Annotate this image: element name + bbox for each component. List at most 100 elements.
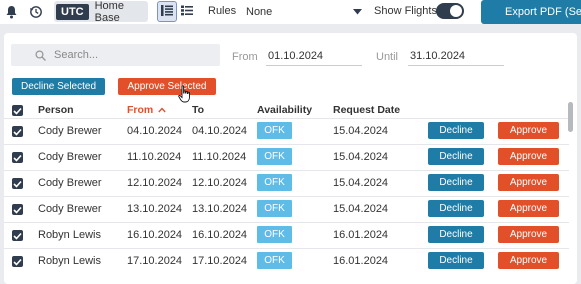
timezone-badge: UTC bbox=[56, 3, 89, 20]
approve-button[interactable]: Approve bbox=[498, 174, 559, 191]
availability-badge: OFK bbox=[257, 252, 292, 269]
show-flights-label: Show Flights bbox=[374, 5, 437, 17]
table-row: Cody Brewer 11.10.2024 11.10.2024 OFK 15… bbox=[4, 144, 569, 170]
until-date-label: Until bbox=[376, 51, 399, 63]
checkbox-checked-icon bbox=[13, 232, 22, 240]
cell-to: 11.10.2024 bbox=[192, 151, 247, 163]
table-row: Cody Brewer 12.10.2024 12.10.2024 OFK 15… bbox=[4, 170, 569, 196]
availability-badge: OFK bbox=[257, 174, 292, 191]
row-checkbox[interactable] bbox=[12, 204, 23, 215]
cell-request-date: 16.01.2024 bbox=[333, 255, 389, 267]
cell-from: 17.10.2024 bbox=[127, 255, 183, 267]
show-flights-toggle[interactable] bbox=[436, 3, 464, 19]
approve-button[interactable]: Approve bbox=[498, 252, 559, 269]
detail-list-icon bbox=[181, 5, 193, 19]
cell-to: 13.10.2024 bbox=[192, 203, 248, 215]
view-toggle bbox=[157, 1, 197, 22]
checkbox-checked-icon bbox=[13, 128, 22, 136]
approve-selected-button[interactable]: Approve Selected bbox=[118, 78, 216, 95]
decline-button[interactable]: Decline bbox=[428, 226, 484, 243]
top-toolbar: UTC Home Base Rules None Show Flights Ex… bbox=[0, 0, 581, 24]
cell-from: 11.10.2024 bbox=[127, 151, 182, 163]
cell-to: 16.10.2024 bbox=[192, 229, 248, 241]
row-checkbox[interactable] bbox=[12, 256, 23, 267]
row-checkbox[interactable] bbox=[12, 152, 23, 163]
decline-button[interactable]: Decline bbox=[428, 174, 484, 191]
cell-request-date: 15.04.2024 bbox=[333, 203, 389, 215]
cell-from: 12.10.2024 bbox=[127, 177, 183, 189]
availability-badge: OFK bbox=[257, 122, 292, 139]
column-header-from-label: From bbox=[127, 104, 154, 116]
list-view-icon bbox=[161, 4, 173, 19]
sort-ascending-icon bbox=[158, 107, 166, 113]
export-pdf-label: Export PDF (Sep bbox=[505, 6, 581, 18]
table-scrollbar[interactable] bbox=[568, 102, 574, 284]
checkbox-checked-icon bbox=[13, 180, 22, 188]
decline-button[interactable]: Decline bbox=[428, 252, 484, 269]
bell-icon[interactable] bbox=[2, 3, 20, 21]
decline-button[interactable]: Decline bbox=[428, 122, 484, 139]
row-checkbox[interactable] bbox=[12, 230, 23, 241]
cell-request-date: 15.04.2024 bbox=[333, 151, 389, 163]
checkbox-checked-icon bbox=[13, 154, 22, 162]
search-input[interactable] bbox=[54, 49, 214, 61]
cell-to: 04.10.2024 bbox=[192, 125, 248, 137]
row-checkbox[interactable] bbox=[12, 126, 23, 137]
table-row: Cody Brewer 04.10.2024 04.10.2024 OFK 15… bbox=[4, 118, 569, 144]
approve-button[interactable]: Approve bbox=[498, 122, 559, 139]
timezone-label: Home Base bbox=[94, 0, 124, 24]
approve-button[interactable]: Approve bbox=[498, 148, 559, 165]
decline-selected-button[interactable]: Decline Selected bbox=[12, 78, 105, 95]
cell-request-date: 15.04.2024 bbox=[333, 177, 389, 189]
rules-select[interactable]: None bbox=[246, 1, 362, 22]
table-row: Robyn Lewis 16.10.2024 16.10.2024 OFK 16… bbox=[4, 222, 569, 248]
cell-person: Robyn Lewis bbox=[38, 255, 101, 267]
row-checkbox[interactable] bbox=[12, 178, 23, 189]
cell-to: 17.10.2024 bbox=[192, 255, 248, 267]
column-header-to[interactable]: To bbox=[192, 104, 204, 116]
checkbox-checked-icon bbox=[13, 107, 22, 115]
select-all-checkbox[interactable] bbox=[12, 105, 23, 116]
table-row: Cody Brewer 13.10.2024 13.10.2024 OFK 15… bbox=[4, 196, 569, 222]
from-date-input[interactable]: 01.10.2024 bbox=[266, 44, 362, 66]
cell-from: 04.10.2024 bbox=[127, 125, 183, 137]
approve-button[interactable]: Approve bbox=[498, 226, 559, 243]
list-view-button[interactable] bbox=[157, 1, 177, 22]
column-header-availability[interactable]: Availability bbox=[257, 104, 312, 116]
cell-person: Cody Brewer bbox=[38, 203, 102, 215]
search-box[interactable] bbox=[11, 44, 220, 66]
approve-button[interactable]: Approve bbox=[498, 200, 559, 217]
rules-label: Rules bbox=[208, 5, 237, 17]
cell-from: 16.10.2024 bbox=[127, 229, 183, 241]
column-header-person[interactable]: Person bbox=[38, 104, 74, 116]
cell-person: Robyn Lewis bbox=[38, 229, 101, 241]
availability-badge: OFK bbox=[257, 226, 292, 243]
history-icon[interactable] bbox=[27, 3, 45, 21]
scrollbar-thumb[interactable] bbox=[568, 102, 573, 132]
cell-person: Cody Brewer bbox=[38, 177, 102, 189]
availability-badge: OFK bbox=[257, 148, 292, 165]
cell-to: 12.10.2024 bbox=[192, 177, 248, 189]
cell-from: 13.10.2024 bbox=[127, 203, 183, 215]
availability-badge: OFK bbox=[257, 200, 292, 217]
cell-person: Cody Brewer bbox=[38, 151, 102, 163]
column-header-request-date[interactable]: Request Date bbox=[333, 104, 400, 116]
until-date-input[interactable]: 31.10.2024 bbox=[408, 44, 504, 66]
chevron-down-icon bbox=[353, 6, 362, 18]
from-date-label: From bbox=[232, 51, 258, 63]
hand-pointer-icon bbox=[178, 85, 190, 103]
cell-person: Cody Brewer bbox=[38, 125, 102, 137]
detail-view-button[interactable] bbox=[177, 1, 197, 22]
cell-request-date: 16.01.2024 bbox=[333, 229, 389, 241]
cell-request-date: 15.04.2024 bbox=[333, 125, 389, 137]
checkbox-checked-icon bbox=[13, 206, 22, 214]
table-row: Robyn Lewis 17.10.2024 17.10.2024 OFK 16… bbox=[4, 248, 569, 274]
decline-button[interactable]: Decline bbox=[428, 148, 484, 165]
search-icon bbox=[35, 49, 46, 61]
export-pdf-button[interactable]: Export PDF (Sep bbox=[481, 0, 581, 24]
timezone-selector[interactable]: UTC Home Base bbox=[54, 0, 148, 24]
column-header-from[interactable]: From bbox=[127, 104, 166, 116]
decline-button[interactable]: Decline bbox=[428, 200, 484, 217]
rules-value: None bbox=[246, 5, 273, 18]
checkbox-checked-icon bbox=[13, 258, 22, 266]
